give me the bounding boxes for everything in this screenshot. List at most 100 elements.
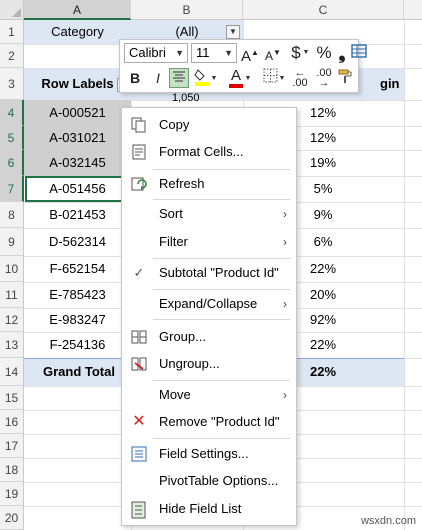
- margin-cell[interactable]: 19%: [300, 151, 346, 175]
- font-name-combo[interactable]: Calibri ▼: [124, 43, 188, 63]
- row-header[interactable]: 2: [0, 44, 24, 68]
- borders-icon[interactable]: [260, 68, 280, 88]
- chevron-down-icon: ▼: [175, 48, 184, 58]
- menu-separator: [153, 438, 290, 439]
- row-header[interactable]: 19: [0, 482, 24, 506]
- menu-item-label: Format Cells...: [159, 144, 244, 159]
- margin-cell[interactable]: 20%: [300, 283, 346, 307]
- column-header-d[interactable]: [404, 0, 422, 20]
- italic-icon[interactable]: I: [148, 68, 168, 88]
- menu-item-filter[interactable]: Filter ›: [122, 229, 296, 255]
- grand-total-margin[interactable]: 22%: [300, 360, 346, 384]
- row-header[interactable]: 20: [0, 506, 24, 530]
- margin-cell[interactable]: 22%: [300, 257, 346, 281]
- grow-font-icon[interactable]: A▲: [240, 43, 260, 65]
- menu-separator: [153, 380, 290, 381]
- row-header[interactable]: 3: [0, 68, 24, 100]
- percent-icon[interactable]: %: [314, 43, 334, 63]
- row-header[interactable]: 13: [0, 332, 24, 358]
- row-label-cell[interactable]: A-032145: [24, 151, 131, 175]
- font-color-icon[interactable]: A: [226, 66, 246, 88]
- filter-dropdown-icon[interactable]: ▼: [226, 25, 240, 39]
- row-header[interactable]: 6: [0, 150, 24, 176]
- menu-item-format-cells[interactable]: Format Cells...: [122, 139, 296, 165]
- menu-separator: [153, 319, 290, 320]
- chevron-right-icon: ›: [283, 297, 287, 311]
- format-painter-icon[interactable]: [336, 68, 356, 88]
- row-label-cell[interactable]: A-000521: [24, 101, 131, 125]
- row-label-cell[interactable]: A-031021: [24, 126, 131, 150]
- menu-item-move[interactable]: Move ›: [122, 382, 296, 408]
- decrease-decimal-icon[interactable]: .00 →: [314, 68, 334, 89]
- row-header[interactable]: 14: [0, 358, 24, 386]
- menu-item-label: Group...: [159, 329, 206, 344]
- margin-cell[interactable]: 92%: [300, 308, 346, 332]
- column-header-c[interactable]: C: [243, 0, 404, 20]
- shrink-font-icon[interactable]: A▼: [263, 43, 283, 63]
- row-label-cell[interactable]: A-051456: [24, 177, 131, 201]
- row-header[interactable]: 16: [0, 410, 24, 434]
- bold-icon[interactable]: B: [125, 68, 145, 88]
- margin-cell[interactable]: 5%: [300, 177, 346, 201]
- row-label-cell[interactable]: D-562314: [24, 230, 131, 254]
- chevron-down-icon[interactable]: ▼: [244, 75, 252, 82]
- row-header[interactable]: 4: [0, 100, 24, 126]
- menu-item-label: Sort: [159, 206, 183, 221]
- row-header[interactable]: 17: [0, 434, 24, 458]
- menu-item-sort[interactable]: Sort ›: [122, 201, 296, 227]
- row-header[interactable]: 10: [0, 256, 24, 282]
- row-label-cell[interactable]: F-652154: [24, 257, 131, 281]
- chevron-down-icon[interactable]: ▼: [302, 49, 310, 56]
- font-name-value: Calibri: [129, 45, 166, 60]
- menu-separator: [153, 199, 290, 200]
- menu-item-label: Move: [159, 387, 191, 402]
- row-header[interactable]: 5: [0, 126, 24, 150]
- row-header[interactable]: 18: [0, 458, 24, 482]
- fill-color-icon[interactable]: [192, 68, 212, 88]
- menu-item-subtotal[interactable]: ✓ Subtotal "Product Id": [122, 260, 296, 286]
- ungroup-icon: [131, 356, 147, 372]
- row-header[interactable]: 15: [0, 386, 24, 410]
- row-label-cell[interactable]: B-021453: [24, 203, 131, 227]
- increase-decimal-icon[interactable]: ← .00: [290, 68, 310, 89]
- menu-item-label: Expand/Collapse: [159, 296, 258, 311]
- margin-cell[interactable]: 12%: [300, 101, 346, 125]
- margin-cell[interactable]: 12%: [300, 126, 346, 150]
- refresh-icon: [131, 176, 147, 192]
- row-header[interactable]: 9: [0, 228, 24, 256]
- row-header[interactable]: 7: [0, 176, 24, 202]
- row-header[interactable]: 11: [0, 282, 24, 308]
- grow-font-glyph: A: [241, 48, 252, 65]
- row-label-cell[interactable]: F-254136: [24, 333, 131, 357]
- margin-cell[interactable]: 9%: [300, 203, 346, 227]
- select-all-corner[interactable]: [0, 0, 24, 20]
- align-center-icon[interactable]: [169, 68, 189, 88]
- gridline: [404, 20, 405, 530]
- column-header-b[interactable]: B: [131, 0, 243, 20]
- menu-item-pivottable-options[interactable]: PivotTable Options...: [122, 468, 296, 494]
- row-label-cell[interactable]: E-983247: [24, 308, 131, 332]
- menu-item-field-settings[interactable]: Field Settings...: [122, 441, 296, 467]
- menu-item-refresh[interactable]: Refresh: [122, 171, 296, 197]
- menu-item-expand-collapse[interactable]: Expand/Collapse ›: [122, 291, 296, 317]
- font-size-combo[interactable]: 11 ▼: [191, 43, 237, 63]
- menu-item-label: Field Settings...: [159, 446, 249, 461]
- column-header-a[interactable]: A: [24, 0, 131, 20]
- menu-item-group[interactable]: Group...: [122, 324, 296, 350]
- menu-item-ungroup[interactable]: Ungroup...: [122, 351, 296, 377]
- menu-item-copy[interactable]: Copy: [122, 112, 296, 138]
- row-header[interactable]: 1: [0, 20, 24, 44]
- chevron-down-icon[interactable]: ▼: [278, 75, 286, 82]
- row-header[interactable]: 8: [0, 202, 24, 228]
- margin-cell[interactable]: 22%: [300, 333, 346, 357]
- value-cell: 1,050: [172, 93, 202, 103]
- chevron-down-icon[interactable]: ▼: [210, 75, 218, 82]
- margin-cell[interactable]: 6%: [300, 230, 346, 254]
- menu-item-hide-field-list[interactable]: Hide Field List: [122, 496, 296, 522]
- row-header[interactable]: 12: [0, 308, 24, 332]
- grand-total-label[interactable]: Grand Total: [24, 360, 134, 384]
- menu-item-remove[interactable]: ✕ Remove "Product Id": [122, 409, 296, 435]
- format-table-icon[interactable]: [349, 43, 369, 63]
- font-color-glyph: A: [230, 67, 241, 84]
- row-label-cell[interactable]: E-785423: [24, 283, 131, 307]
